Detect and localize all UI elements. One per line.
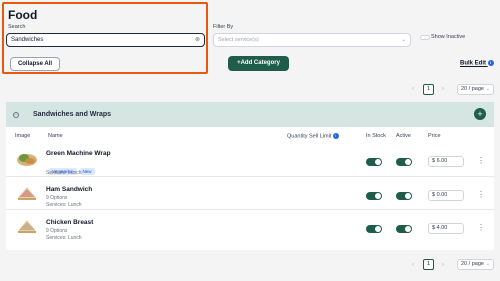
search-label: Search <box>8 24 26 30</box>
add-category-button[interactable]: +Add Category <box>228 56 289 71</box>
per-page-select[interactable]: 20 / page ⌄ <box>457 259 494 270</box>
info-icon: i <box>487 60 494 66</box>
sandwich-image <box>18 220 36 233</box>
price-input[interactable]: $ 6.00 <box>428 156 464 167</box>
table-row[interactable]: Chicken Breast 9 Options Services: Lunch… <box>6 210 494 243</box>
category-name: Sandwiches and Wraps <box>33 111 112 118</box>
category-header[interactable]: − Sandwiches and Wraps + <box>6 102 494 127</box>
show-inactive-label: Show Inactive <box>431 34 466 40</box>
in-stock-toggle[interactable] <box>366 192 382 200</box>
table-row[interactable]: Ham Sandwich 9 Options Services: Lunch $… <box>6 177 494 210</box>
prev-page-icon[interactable]: ‹ <box>412 86 414 92</box>
page-number[interactable]: 1 <box>423 84 434 95</box>
filter-select[interactable]: Select service(s) ⌄ <box>213 33 411 47</box>
collapse-all-button[interactable]: Collapse All <box>10 57 60 71</box>
page: Food Search Sandwiches ⊗ Collapse All Fi… <box>0 0 500 281</box>
search-value: Sandwiches <box>11 37 44 43</box>
item-name[interactable]: Chicken Breast <box>46 219 93 226</box>
sandwich-image <box>18 187 36 200</box>
clear-icon[interactable]: ⊗ <box>195 36 200 43</box>
col-name: Name <box>48 133 63 139</box>
more-icon[interactable]: ⋮ <box>477 191 485 199</box>
price-input[interactable]: $ 0.00 <box>428 190 464 201</box>
table-row[interactable]: Green Machine Wrap Vegetarian New Service… <box>6 144 494 177</box>
page-title: Food <box>8 8 38 22</box>
more-icon[interactable]: ⋮ <box>477 157 485 165</box>
active-toggle[interactable] <box>396 225 412 233</box>
category-card: − Sandwiches and Wraps + Image Name Quan… <box>6 102 494 250</box>
prev-page-icon[interactable]: ‹ <box>412 262 414 268</box>
more-icon[interactable]: ⋮ <box>477 224 485 232</box>
in-stock-toggle[interactable] <box>366 225 382 233</box>
col-active: Active <box>396 133 411 139</box>
bulk-edit-label: Bulk Edit <box>460 60 487 67</box>
item-options: 9 Options <box>46 195 68 201</box>
show-inactive-toggle[interactable] <box>420 35 430 40</box>
col-image: Image <box>15 133 31 139</box>
price-input[interactable]: $ 4.00 <box>428 223 464 234</box>
wrap-image <box>17 154 37 166</box>
search-input[interactable]: Sandwiches ⊗ <box>6 33 205 47</box>
col-price: Price <box>428 133 441 139</box>
bulk-edit-link[interactable]: Bulk Edit i <box>460 60 494 67</box>
active-toggle[interactable] <box>396 158 412 166</box>
col-qty: Quantity Sell Limit i <box>287 133 339 139</box>
filter-placeholder: Select service(s) <box>218 37 259 43</box>
in-stock-toggle[interactable] <box>366 158 382 166</box>
filter-label: Filter By <box>213 24 234 30</box>
next-page-icon[interactable]: › <box>442 262 444 268</box>
next-page-icon[interactable]: › <box>442 86 444 92</box>
item-services: Services: Lunch <box>46 202 82 208</box>
add-item-button[interactable]: + <box>474 108 486 120</box>
item-services: Services: Lunch <box>46 170 82 176</box>
page-number[interactable]: 1 <box>423 259 434 270</box>
collapse-icon[interactable]: − <box>13 112 19 118</box>
item-name[interactable]: Ham Sandwich <box>46 186 92 193</box>
per-page-select[interactable]: 20 / page ⌄ <box>457 84 494 95</box>
col-stock: In Stock <box>366 133 386 139</box>
chevron-down-icon: ⌄ <box>485 86 491 92</box>
active-toggle[interactable] <box>396 192 412 200</box>
item-options: 9 Options <box>46 228 68 234</box>
item-name[interactable]: Green Machine Wrap <box>46 150 111 157</box>
chevron-down-icon: ⌄ <box>485 261 491 267</box>
per-page-label: 20 / page <box>461 261 484 267</box>
info-icon: i <box>332 133 339 139</box>
chevron-down-icon: ⌄ <box>400 37 406 43</box>
per-page-label: 20 / page <box>461 86 484 92</box>
item-services: Services: Lunch <box>46 235 82 241</box>
col-qty-label: Quantity Sell Limit <box>287 133 332 140</box>
